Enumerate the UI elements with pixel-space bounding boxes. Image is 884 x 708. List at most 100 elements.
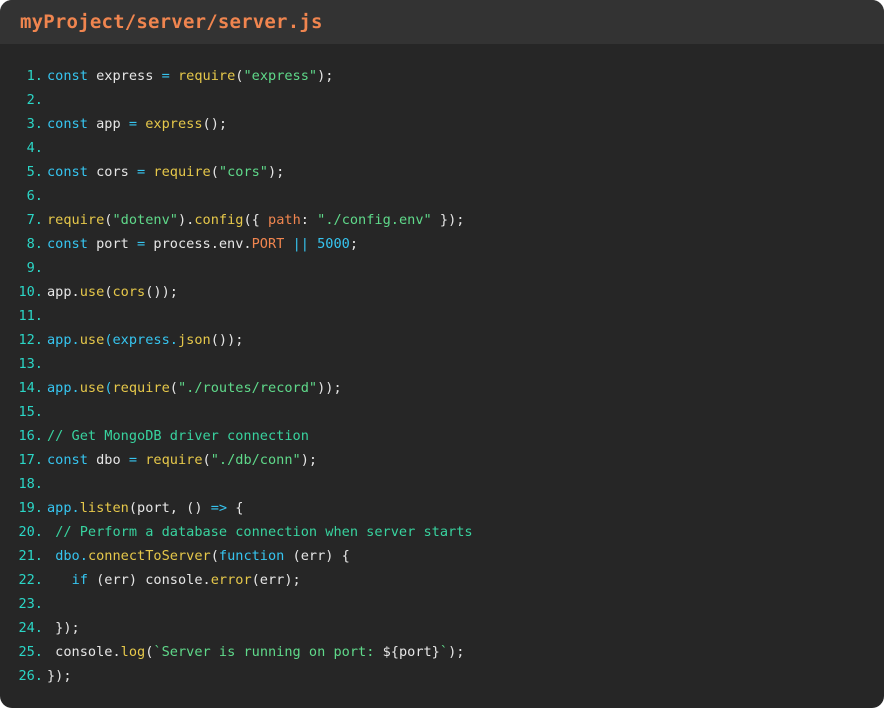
code-token: require — [112, 380, 170, 396]
code-token: "express" — [243, 68, 318, 84]
code-token: (); — [202, 116, 228, 132]
line-number: 10. — [18, 284, 43, 300]
line-code: app.use(require("./routes/record")); — [43, 376, 342, 400]
code-token: app. — [47, 380, 80, 396]
code-token: app. — [47, 284, 80, 300]
code-token: (err) console. — [87, 572, 211, 588]
code-token: // Get MongoDB driver connection — [47, 428, 309, 444]
code-token: // Perform a database connection when se… — [55, 524, 473, 540]
code-line: 17. const dbo = require("./db/conn"); — [0, 448, 884, 472]
line-code: }); — [43, 616, 80, 640]
line-code: dbo.connectToServer(function (err) { — [43, 544, 350, 568]
code-token: = — [128, 452, 138, 468]
code-line: 20. // Perform a database connection whe… — [0, 520, 884, 544]
line-number: 26. — [18, 668, 43, 684]
code-token: 5000 — [317, 236, 350, 252]
code-token: listen — [79, 500, 129, 516]
line-number: 24. — [18, 620, 43, 636]
code-token: const — [47, 452, 88, 468]
code-token: = — [161, 68, 170, 84]
code-line: 6. — [0, 184, 884, 208]
code-token: const — [47, 116, 88, 132]
line-number: 2. — [26, 92, 43, 108]
line-number: 14. — [18, 380, 43, 396]
code-token: { — [227, 500, 244, 516]
code-token: const — [47, 236, 88, 252]
code-token: ). — [177, 212, 195, 228]
code-token: require — [47, 212, 105, 228]
code-token: ); — [448, 644, 465, 660]
code-editor[interactable]: 1. const express = require("express"); 2. 3… — [0, 64, 884, 688]
line-number: 16. — [18, 428, 43, 444]
code-token: = — [137, 236, 146, 252]
code-token: : — [300, 212, 318, 228]
line-code: const app = express(); — [43, 112, 227, 136]
code-line: 15. — [0, 400, 884, 424]
line-number: 3. — [26, 116, 43, 132]
code-token: ( — [104, 380, 113, 396]
code-line: 4. — [0, 136, 884, 160]
code-token: cors — [87, 164, 138, 180]
code-line: 19. app.listen(port, () => { — [0, 496, 884, 520]
code-token: "./config.env" — [317, 212, 432, 228]
code-token: error — [210, 572, 252, 588]
code-line: 12. app.use(express.json()); — [0, 328, 884, 352]
code-line: 21. dbo.connectToServer(function (err) { — [0, 544, 884, 568]
line-number: 7. — [26, 212, 43, 228]
code-line: 16.// Get MongoDB driver connection — [0, 424, 884, 448]
line-code: console.log(`Server is running on port: … — [43, 640, 464, 664]
code-token: express — [145, 116, 203, 132]
line-number: 12. — [18, 332, 43, 348]
code-line: 2. — [0, 88, 884, 112]
code-token: app. — [47, 500, 80, 516]
code-line: 25. console.log(`Server is running on po… — [0, 640, 884, 664]
code-line: 5. const cors = require("cors"); — [0, 160, 884, 184]
code-token: (err); — [251, 572, 301, 588]
code-token: (err) { — [284, 548, 350, 564]
code-token: `Server is running on port: — [153, 644, 383, 660]
line-code: }); — [43, 664, 72, 688]
code-line: 23. — [0, 592, 884, 616]
line-number: 1. — [26, 68, 43, 84]
line-number: 13. — [18, 356, 43, 372]
code-line: 8. const port = process.env.PORT || 5000; — [0, 232, 884, 256]
line-code: app.listen(port, () => { — [43, 496, 243, 520]
code-token: ( — [210, 164, 219, 180]
code-token: use — [79, 284, 105, 300]
code-token: "./routes/record" — [177, 380, 318, 396]
code-token: use — [79, 380, 105, 396]
code-token: express — [87, 68, 162, 84]
code-token: ); — [268, 164, 285, 180]
code-token: (express. — [104, 332, 178, 348]
code-token: "./db/conn" — [210, 452, 301, 468]
code-line: 14. app.use(require("./routes/record")); — [0, 376, 884, 400]
code-token: ; — [349, 236, 359, 252]
code-token: ( — [169, 380, 178, 396]
line-number: 20. — [18, 524, 43, 540]
line-code: const cors = require("cors"); — [43, 160, 284, 184]
code-token: port — [87, 236, 138, 252]
line-code: if (err) console.error(err); — [43, 568, 301, 592]
line-number: 11. — [18, 308, 43, 324]
line-number: 8. — [26, 236, 43, 252]
code-token: => — [210, 500, 228, 516]
line-number: 23. — [18, 596, 43, 612]
code-token: ()); — [145, 284, 178, 300]
code-token: ({ — [243, 212, 269, 228]
code-token: connectToServer — [87, 548, 211, 564]
code-token: console. — [47, 644, 121, 660]
line-code: app.use(express.json()); — [43, 328, 243, 352]
code-token: ( — [210, 548, 219, 564]
code-token: process.env. — [145, 236, 252, 252]
code-token: require — [177, 68, 236, 84]
line-code: require("dotenv").config({ path: "./conf… — [43, 208, 464, 232]
line-code: const dbo = require("./db/conn"); — [43, 448, 317, 472]
